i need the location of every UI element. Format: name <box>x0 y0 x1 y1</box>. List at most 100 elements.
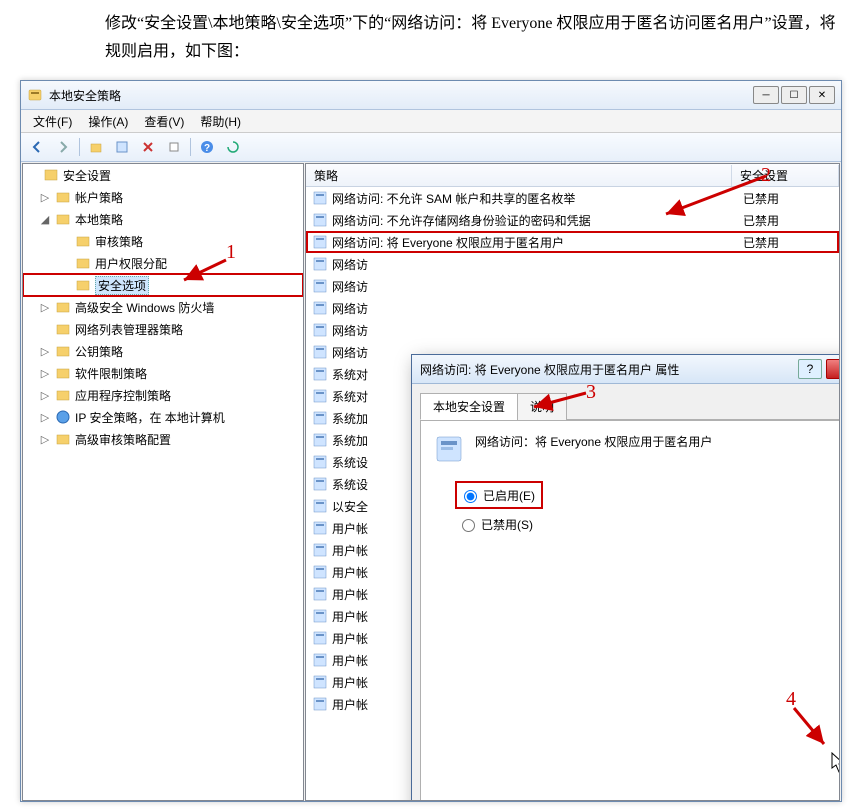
body-split: 安全设置 ▷ 帐户策略 ◢ 本地策略 审核策略 用户权限分配 <box>21 162 841 802</box>
policy-list-row[interactable]: 网络访问: 不允许 SAM 帐户和共享的匿名枚举已禁用 <box>306 187 839 209</box>
folder-icon <box>55 431 71 447</box>
policy-item-label: 网络访 <box>332 256 735 273</box>
folder-icon <box>55 343 71 359</box>
folder-icon <box>55 211 71 227</box>
folder-icon <box>55 365 71 381</box>
policy-list-row[interactable]: 网络访 <box>306 275 839 297</box>
menu-action[interactable]: 操作(A) <box>80 111 136 132</box>
dialog-close-button[interactable]: ✕ <box>826 359 840 379</box>
radio-enabled[interactable]: 已启用(E) <box>457 483 541 507</box>
tree-root-security-settings[interactable]: 安全设置 <box>23 164 303 186</box>
policy-item-icon <box>312 344 328 360</box>
policy-item-icon <box>312 520 328 536</box>
policy-item-icon <box>312 476 328 492</box>
tree-item-local-policies[interactable]: ◢ 本地策略 <box>23 208 303 230</box>
tree-item-ip-sec[interactable]: ▷ IP 安全策略，在 本地计算机 <box>23 406 303 428</box>
policy-item-icon <box>312 388 328 404</box>
tree-item-account-policies[interactable]: ▷ 帐户策略 <box>23 186 303 208</box>
window-close-button[interactable]: ✕ <box>809 86 835 104</box>
policy-item-status: 已禁用 <box>735 212 833 229</box>
toolbar-up-button[interactable] <box>84 135 108 159</box>
policy-item-icon <box>312 674 328 690</box>
radio-disabled-label: 已禁用(S) <box>481 516 533 533</box>
tab-explain[interactable]: 说明 <box>517 393 567 420</box>
folder-icon <box>75 255 91 271</box>
policy-item-label: 网络访 <box>332 300 735 317</box>
tree-item-windows-firewall[interactable]: ▷ 高级安全 Windows 防火墙 <box>23 296 303 318</box>
folder-icon <box>55 321 71 337</box>
policy-list-row[interactable]: 网络访 <box>306 253 839 275</box>
policy-item-icon <box>312 586 328 602</box>
toolbar-export-button[interactable] <box>162 135 186 159</box>
policy-list-pane: 策略 安全设置 网络访问: 不允许 SAM 帐户和共享的匿名枚举已禁用网络访问:… <box>305 163 840 801</box>
folder-icon <box>55 387 71 403</box>
mouse-cursor-icon <box>831 752 840 774</box>
window-titlebar: 本地安全策略 ─ ☐ ✕ <box>21 81 841 110</box>
tree-item-adv-audit[interactable]: ▷ 高级审核策略配置 <box>23 428 303 450</box>
window-maximize-button[interactable]: ☐ <box>781 86 807 104</box>
tree-item-label: 安全选项 <box>95 276 149 295</box>
radio-enabled-input[interactable] <box>464 490 477 503</box>
toolbar-forward-button[interactable] <box>51 135 75 159</box>
policy-item-status: 已禁用 <box>735 234 833 251</box>
policy-item-icon <box>312 696 328 712</box>
policy-item-label: 网络访 <box>332 322 735 339</box>
tree-item-label: 本地策略 <box>75 211 123 228</box>
policy-item-icon <box>312 454 328 470</box>
tree-item-net-list-mgr[interactable]: 网络列表管理器策略 <box>23 318 303 340</box>
toolbar-refresh-button[interactable] <box>221 135 245 159</box>
security-policy-icon <box>27 87 43 103</box>
dialog-policy-heading: 网络访问：将 Everyone 权限应用于匿名用户 <box>475 433 712 450</box>
list-header-status[interactable]: 安全设置 <box>732 165 839 186</box>
dialog-tabstrip: 本地安全设置 说明 <box>420 392 840 420</box>
doc-intro-text: 修改“安全设置\本地策略\安全选项”下的“网络访问：将 Everyone 权限应… <box>0 0 862 76</box>
dialog-titlebar: 网络访问: 将 Everyone 权限应用于匿名用户 属性 ? ✕ <box>412 355 840 384</box>
menubar: 文件(F) 操作(A) 查看(V) 帮助(H) <box>21 110 841 133</box>
policy-item-icon <box>312 498 328 514</box>
radio-disabled[interactable]: 已禁用(S) <box>457 513 840 535</box>
toolbar-delete-button[interactable] <box>136 135 160 159</box>
tree-pane[interactable]: 安全设置 ▷ 帐户策略 ◢ 本地策略 审核策略 用户权限分配 <box>22 163 304 801</box>
list-header-policy[interactable]: 策略 <box>306 165 732 186</box>
tree-item-software-restrict[interactable]: ▷ 软件限制策略 <box>23 362 303 384</box>
tab-local-security-settings[interactable]: 本地安全设置 <box>420 393 518 420</box>
toolbar-back-button[interactable] <box>25 135 49 159</box>
tree-item-audit-policy[interactable]: 审核策略 <box>23 230 303 252</box>
policy-item-icon <box>312 278 328 294</box>
policy-item-icon <box>312 410 328 426</box>
radio-disabled-input[interactable] <box>462 519 475 532</box>
tree-item-label: IP 安全策略，在 本地计算机 <box>75 409 225 426</box>
folder-icon <box>55 189 71 205</box>
svg-text:?: ? <box>204 143 210 154</box>
toolbar-props-button[interactable] <box>110 135 134 159</box>
folder-icon <box>55 299 71 315</box>
tree-item-security-options[interactable]: 安全选项 <box>23 274 303 296</box>
tree-item-public-key[interactable]: ▷ 公钥策略 <box>23 340 303 362</box>
menu-help[interactable]: 帮助(H) <box>192 111 249 132</box>
security-settings-icon <box>43 167 59 183</box>
menu-view[interactable]: 查看(V) <box>136 111 192 132</box>
policy-list-row[interactable]: 网络访问: 将 Everyone 权限应用于匿名用户已禁用 <box>306 231 839 253</box>
tree-item-user-rights[interactable]: 用户权限分配 <box>23 252 303 274</box>
window-title: 本地安全策略 <box>49 87 121 104</box>
toolbar: ? <box>21 133 841 162</box>
policy-item-icon <box>312 322 328 338</box>
policy-list-row[interactable]: 网络访 <box>306 297 839 319</box>
folder-icon <box>75 233 91 249</box>
policy-item-label: 网络访问: 不允许存储网络身份验证的密码和凭据 <box>332 212 735 229</box>
tree-item-app-control[interactable]: ▷ 应用程序控制策略 <box>23 384 303 406</box>
dialog-help-button[interactable]: ? <box>798 359 822 379</box>
policy-item-icon <box>312 212 328 228</box>
policy-item-icon <box>312 652 328 668</box>
policy-item-icon <box>312 256 328 272</box>
policy-list-row[interactable]: 网络访 <box>306 319 839 341</box>
policy-icon <box>433 433 465 465</box>
menu-file[interactable]: 文件(F) <box>25 111 80 132</box>
toolbar-help-button[interactable]: ? <box>195 135 219 159</box>
dialog-body: 本地安全设置 说明 网络访问：将 Everyone 权限应用于匿名用户 已启用(… <box>412 384 840 801</box>
local-security-policy-window: 本地安全策略 ─ ☐ ✕ 文件(F) 操作(A) 查看(V) 帮助(H) ? <box>20 80 842 802</box>
tab-pane-local: 网络访问：将 Everyone 权限应用于匿名用户 已启用(E) 已禁用(S) <box>420 420 840 801</box>
policy-list-row[interactable]: 网络访问: 不允许存储网络身份验证的密码和凭据已禁用 <box>306 209 839 231</box>
tree-item-label: 软件限制策略 <box>75 365 147 382</box>
window-minimize-button[interactable]: ─ <box>753 86 779 104</box>
